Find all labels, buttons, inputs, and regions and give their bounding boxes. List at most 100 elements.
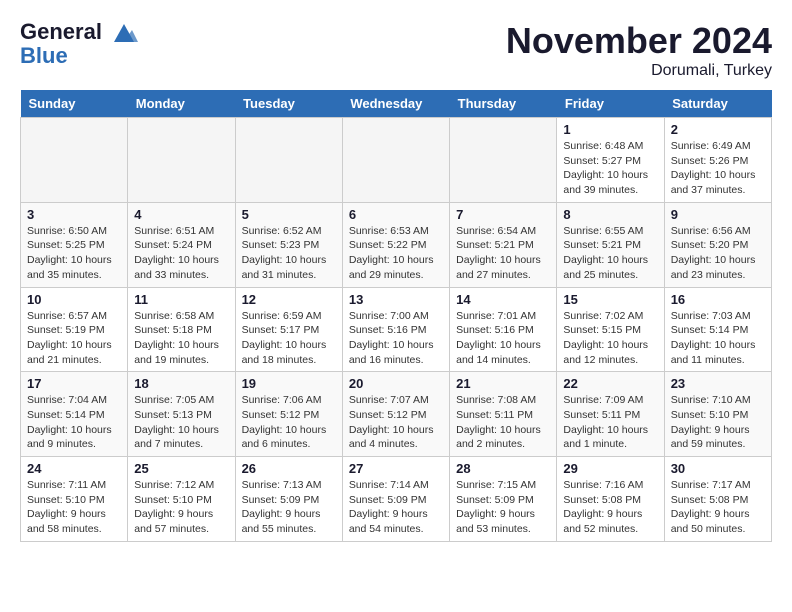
calendar-cell: 18Sunrise: 7:05 AM Sunset: 5:13 PM Dayli… [128,372,235,457]
calendar-week-row: 3 Sunrise: 6:50 AM Sunset: 5:25 PM Daylig… [21,202,772,287]
day-info: Sunrise: 6:56 AM Sunset: 5:20 PM Dayligh… [671,224,765,283]
day-number: 15 [563,292,657,307]
logo: General Blue [20,20,138,68]
month-title: November 2024 [506,20,772,62]
day-info: Sunrise: 7:08 AM Sunset: 5:11 PM Dayligh… [456,393,550,452]
calendar-cell: 19 Sunrise: 7:06 AM Sunset: 5:12 PM Dayli… [235,372,342,457]
calendar-cell: 10 Sunrise: 6:57 AM Sunset: 5:19 PM Dayli… [21,287,128,372]
calendar-week-row: 24Sunrise: 7:11 AM Sunset: 5:10 PM Dayli… [21,457,772,542]
calendar-table: SundayMondayTuesdayWednesdayThursdayFrid… [20,90,772,542]
day-number: 28 [456,461,550,476]
day-info: Sunrise: 7:14 AM Sunset: 5:09 PM Dayligh… [349,478,443,537]
day-info: Sunrise: 7:02 AM Sunset: 5:15 PM Dayligh… [563,309,657,368]
calendar-cell: 6 Sunrise: 6:53 AM Sunset: 5:22 PM Daylig… [342,202,449,287]
day-number: 22 [563,376,657,391]
day-info: Sunrise: 6:57 AM Sunset: 5:19 PM Dayligh… [27,309,121,368]
day-number: 26 [242,461,336,476]
day-number: 8 [563,207,657,222]
calendar-cell [235,118,342,203]
day-info: Sunrise: 7:17 AM Sunset: 5:08 PM Dayligh… [671,478,765,537]
day-number: 10 [27,292,121,307]
day-info: Sunrise: 6:55 AM Sunset: 5:21 PM Dayligh… [563,224,657,283]
day-number: 11 [134,292,228,307]
day-info: Sunrise: 7:04 AM Sunset: 5:14 PM Dayligh… [27,393,121,452]
day-info: Sunrise: 6:52 AM Sunset: 5:23 PM Dayligh… [242,224,336,283]
calendar-cell: 28 Sunrise: 7:15 AM Sunset: 5:09 PM Dayli… [450,457,557,542]
day-info: Sunrise: 7:00 AM Sunset: 5:16 PM Dayligh… [349,309,443,368]
calendar-cell: 16Sunrise: 7:03 AM Sunset: 5:14 PM Dayli… [664,287,771,372]
calendar-cell: 26 Sunrise: 7:13 AM Sunset: 5:09 PM Dayli… [235,457,342,542]
day-number: 29 [563,461,657,476]
day-number: 6 [349,207,443,222]
day-number: 16 [671,292,765,307]
day-info: Sunrise: 7:11 AM Sunset: 5:10 PM Dayligh… [27,478,121,537]
day-number: 19 [242,376,336,391]
day-number: 2 [671,122,765,137]
logo-blue: Blue [20,44,138,68]
weekday-header-tuesday: Tuesday [235,90,342,118]
day-number: 25 [134,461,228,476]
calendar-cell: 22 Sunrise: 7:09 AM Sunset: 5:11 PM Dayli… [557,372,664,457]
calendar-cell: 23 Sunrise: 7:10 AM Sunset: 5:10 PM Dayli… [664,372,771,457]
location-subtitle: Dorumali, Turkey [506,62,772,80]
day-number: 23 [671,376,765,391]
weekday-header-sunday: Sunday [21,90,128,118]
calendar-week-row: 17 Sunrise: 7:04 AM Sunset: 5:14 PM Dayli… [21,372,772,457]
day-number: 27 [349,461,443,476]
calendar-cell: 17 Sunrise: 7:04 AM Sunset: 5:14 PM Dayli… [21,372,128,457]
calendar-cell: 11Sunrise: 6:58 AM Sunset: 5:18 PM Dayli… [128,287,235,372]
calendar-cell: 14Sunrise: 7:01 AM Sunset: 5:16 PM Dayli… [450,287,557,372]
day-info: Sunrise: 6:53 AM Sunset: 5:22 PM Dayligh… [349,224,443,283]
day-info: Sunrise: 6:49 AM Sunset: 5:26 PM Dayligh… [671,139,765,198]
logo-text: General [20,20,138,44]
calendar-cell: 8 Sunrise: 6:55 AM Sunset: 5:21 PM Daylig… [557,202,664,287]
day-info: Sunrise: 6:48 AM Sunset: 5:27 PM Dayligh… [563,139,657,198]
weekday-header-thursday: Thursday [450,90,557,118]
calendar-cell: 20Sunrise: 7:07 AM Sunset: 5:12 PM Dayli… [342,372,449,457]
day-info: Sunrise: 6:50 AM Sunset: 5:25 PM Dayligh… [27,224,121,283]
weekday-header-wednesday: Wednesday [342,90,449,118]
calendar-cell: 13 Sunrise: 7:00 AM Sunset: 5:16 PM Dayli… [342,287,449,372]
calendar-cell [342,118,449,203]
day-info: Sunrise: 7:06 AM Sunset: 5:12 PM Dayligh… [242,393,336,452]
day-number: 13 [349,292,443,307]
calendar-week-row: 1 Sunrise: 6:48 AM Sunset: 5:27 PM Daylig… [21,118,772,203]
weekday-header-friday: Friday [557,90,664,118]
calendar-cell: 2 Sunrise: 6:49 AM Sunset: 5:26 PM Daylig… [664,118,771,203]
calendar-cell [450,118,557,203]
day-number: 18 [134,376,228,391]
day-info: Sunrise: 6:54 AM Sunset: 5:21 PM Dayligh… [456,224,550,283]
page-header: General Blue November 2024 Dorumali, Tur… [20,20,772,80]
calendar-cell [128,118,235,203]
calendar-cell: 4 Sunrise: 6:51 AM Sunset: 5:24 PM Daylig… [128,202,235,287]
calendar-cell: 12 Sunrise: 6:59 AM Sunset: 5:17 PM Dayli… [235,287,342,372]
calendar-cell: 29 Sunrise: 7:16 AM Sunset: 5:08 PM Dayli… [557,457,664,542]
day-number: 4 [134,207,228,222]
day-info: Sunrise: 7:13 AM Sunset: 5:09 PM Dayligh… [242,478,336,537]
day-number: 3 [27,207,121,222]
day-number: 9 [671,207,765,222]
day-number: 12 [242,292,336,307]
day-number: 7 [456,207,550,222]
day-info: Sunrise: 7:16 AM Sunset: 5:08 PM Dayligh… [563,478,657,537]
day-info: Sunrise: 7:09 AM Sunset: 5:11 PM Dayligh… [563,393,657,452]
day-info: Sunrise: 7:10 AM Sunset: 5:10 PM Dayligh… [671,393,765,452]
calendar-cell: 24Sunrise: 7:11 AM Sunset: 5:10 PM Dayli… [21,457,128,542]
weekday-header-row: SundayMondayTuesdayWednesdayThursdayFrid… [21,90,772,118]
calendar-cell: 25 Sunrise: 7:12 AM Sunset: 5:10 PM Dayli… [128,457,235,542]
day-number: 30 [671,461,765,476]
day-number: 20 [349,376,443,391]
calendar-cell: 27 Sunrise: 7:14 AM Sunset: 5:09 PM Dayli… [342,457,449,542]
calendar-cell: 9 Sunrise: 6:56 AM Sunset: 5:20 PM Daylig… [664,202,771,287]
day-info: Sunrise: 6:51 AM Sunset: 5:24 PM Dayligh… [134,224,228,283]
day-info: Sunrise: 7:12 AM Sunset: 5:10 PM Dayligh… [134,478,228,537]
title-block: November 2024 Dorumali, Turkey [506,20,772,80]
day-info: Sunrise: 6:59 AM Sunset: 5:17 PM Dayligh… [242,309,336,368]
day-info: Sunrise: 7:15 AM Sunset: 5:09 PM Dayligh… [456,478,550,537]
day-number: 17 [27,376,121,391]
calendar-cell [21,118,128,203]
day-number: 1 [563,122,657,137]
weekday-header-monday: Monday [128,90,235,118]
day-number: 21 [456,376,550,391]
calendar-cell: 5Sunrise: 6:52 AM Sunset: 5:23 PM Daylig… [235,202,342,287]
